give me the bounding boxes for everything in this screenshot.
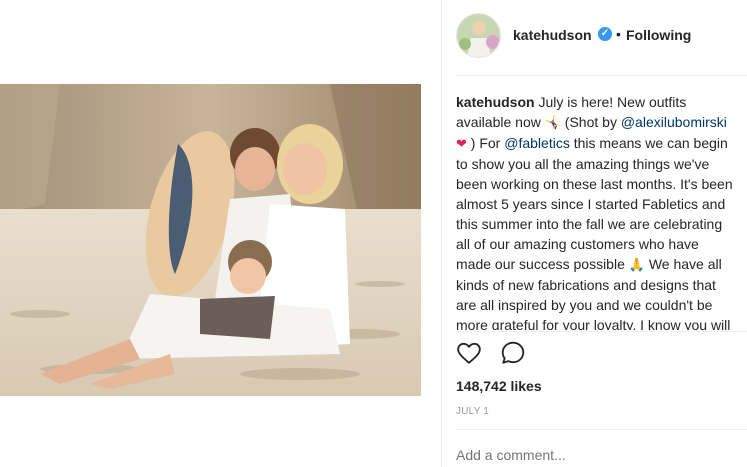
mention-alexilubomirski[interactable]: @alexilubomirski bbox=[621, 114, 727, 130]
comment-divider bbox=[456, 429, 747, 430]
caption-divider bbox=[456, 331, 747, 332]
post-header: katehudson ✓ • Following bbox=[441, 0, 747, 72]
praying-hands-emoji-icon: 🙏 bbox=[628, 257, 645, 272]
speech-bubble-icon bbox=[501, 341, 525, 364]
post-date[interactable]: JULY 1 bbox=[456, 406, 489, 417]
avatar-image bbox=[457, 14, 500, 57]
heart-outline-icon bbox=[457, 342, 481, 364]
verified-badge-icon: ✓ bbox=[598, 27, 612, 41]
post-media-area bbox=[0, 0, 441, 467]
comment-input[interactable] bbox=[456, 447, 741, 463]
post-caption: katehudson July is here! New outfits ava… bbox=[456, 92, 736, 330]
post-username[interactable]: katehudson bbox=[513, 27, 592, 43]
beach-photo-illustration bbox=[0, 84, 421, 396]
woman-emoji-icon: 🤸‍♀ bbox=[544, 115, 561, 130]
heart-emoji-icon: ❤ bbox=[456, 136, 467, 151]
caption-text-3: ) For bbox=[466, 135, 505, 151]
comment-button[interactable] bbox=[500, 340, 528, 368]
post-actions bbox=[456, 340, 556, 370]
caption-text-4: this means we can begin to show you all … bbox=[456, 135, 733, 272]
like-count[interactable]: 148,742 likes bbox=[456, 378, 542, 394]
following-button[interactable]: Following bbox=[626, 27, 691, 43]
caption-text-2: (Shot by bbox=[560, 114, 621, 130]
mention-fabletics[interactable]: @fabletics bbox=[504, 135, 570, 151]
like-button[interactable] bbox=[456, 340, 484, 368]
caption-username[interactable]: katehudson bbox=[456, 94, 535, 110]
separator-dot: • bbox=[616, 26, 621, 42]
post-photo[interactable] bbox=[0, 84, 421, 396]
avatar[interactable] bbox=[456, 13, 501, 58]
header-divider bbox=[456, 75, 747, 76]
